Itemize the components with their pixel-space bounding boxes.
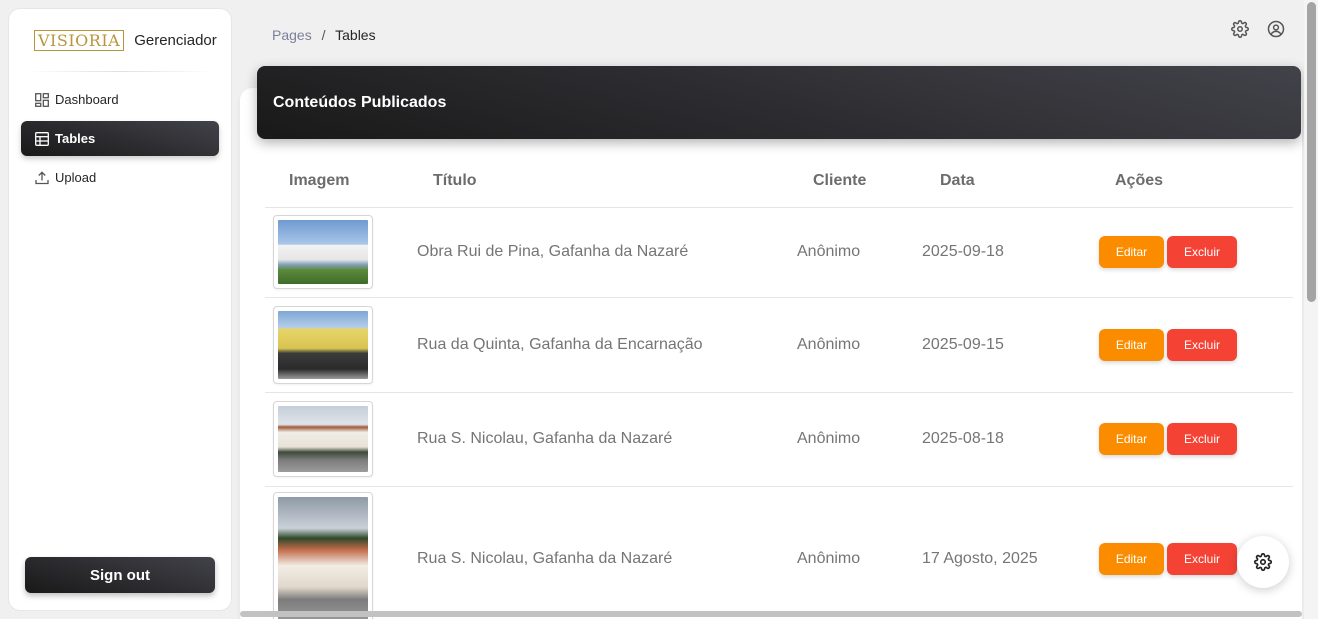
table-icon xyxy=(35,131,49,146)
table-row: Rua S. Nicolau, Gafanha da Nazaré Anônim… xyxy=(265,486,1293,619)
breadcrumb-root[interactable]: Pages xyxy=(272,27,312,43)
table-row: Rua da Quinta, Gafanha da Encarnação Anô… xyxy=(265,297,1293,393)
sidebar-item-upload[interactable]: Upload xyxy=(21,160,219,195)
house-photo xyxy=(278,496,368,619)
brand-logo: VISIORIA xyxy=(34,29,125,51)
actions-cell: Editar Excluir xyxy=(1097,207,1293,298)
column-header-client: Cliente xyxy=(795,155,922,208)
date-cell: 2025-09-18 xyxy=(922,207,1097,298)
breadcrumb-current: Tables xyxy=(335,27,376,43)
edit-button[interactable]: Editar xyxy=(1099,543,1164,575)
header-actions xyxy=(1231,20,1285,38)
image-cell xyxy=(265,486,405,619)
vertical-scrollbar[interactable] xyxy=(1304,0,1318,619)
client-cell: Anônimo xyxy=(795,297,922,393)
breadcrumb-separator: / xyxy=(321,27,326,43)
delete-button[interactable]: Excluir xyxy=(1167,423,1237,455)
breadcrumb: Pages / Tables xyxy=(272,27,376,43)
sidebar-item-label: Upload xyxy=(55,170,97,185)
house-photo xyxy=(278,406,368,472)
horizontal-scrollbar[interactable] xyxy=(240,611,1302,617)
sidebar: VISIORIA Gerenciador Dashboard Tables Up… xyxy=(8,8,232,611)
date-cell: 2025-08-18 xyxy=(922,392,1097,487)
card-title: Conteúdos Publicados xyxy=(273,93,447,111)
delete-button[interactable]: Excluir xyxy=(1167,328,1237,361)
date-cell: 17 Agosto, 2025 xyxy=(922,486,1097,619)
image-cell xyxy=(265,207,405,298)
house-photo xyxy=(278,220,368,284)
sidebar-item-label: Tables xyxy=(55,131,96,146)
table-row: Rua S. Nicolau, Gafanha da Nazaré Anônim… xyxy=(265,392,1293,487)
title-cell: Rua S. Nicolau, Gafanha da Nazaré xyxy=(405,486,795,619)
sidebar-item-tables[interactable]: Tables xyxy=(21,121,219,156)
delete-button[interactable]: Excluir xyxy=(1167,236,1237,268)
thumbnail[interactable] xyxy=(273,215,373,289)
thumbnail[interactable] xyxy=(273,491,373,619)
client-cell: Anônimo xyxy=(795,392,922,487)
image-cell xyxy=(265,297,405,393)
gear-icon[interactable] xyxy=(1231,20,1249,38)
title-cell: Obra Rui de Pina, Gafanha da Nazaré xyxy=(405,207,795,298)
actions-cell: Editar Excluir xyxy=(1097,297,1293,393)
sidebar-nav: Dashboard Tables Upload xyxy=(9,72,231,209)
client-cell: Anônimo xyxy=(795,486,922,619)
column-header-actions: Ações xyxy=(1097,155,1293,208)
sidebar-item-dashboard[interactable]: Dashboard xyxy=(21,82,219,117)
client-cell: Anônimo xyxy=(795,207,922,298)
scrollbar-thumb[interactable] xyxy=(1307,2,1316,302)
gear-icon xyxy=(1254,553,1272,571)
image-cell xyxy=(265,392,405,487)
content-table: Imagem Título Cliente Data Ações Obra Ru… xyxy=(265,155,1293,619)
sign-out-button[interactable]: Sign out xyxy=(25,557,215,593)
dashboard-icon xyxy=(35,92,49,107)
configurator-button[interactable] xyxy=(1237,536,1289,588)
column-header-image: Imagem xyxy=(265,155,405,208)
date-cell: 2025-09-15 xyxy=(922,297,1097,393)
upload-icon xyxy=(35,170,49,185)
table-header-row: Imagem Título Cliente Data Ações xyxy=(265,155,1293,208)
brand-name: Gerenciador xyxy=(134,31,217,49)
table-row: Obra Rui de Pina, Gafanha da Nazaré Anôn… xyxy=(265,207,1293,298)
account-icon[interactable] xyxy=(1267,20,1285,38)
edit-button[interactable]: Editar xyxy=(1099,236,1164,268)
thumbnail[interactable] xyxy=(273,401,373,477)
delete-button[interactable]: Excluir xyxy=(1167,543,1237,575)
thumbnail[interactable] xyxy=(273,305,373,384)
house-photo xyxy=(278,310,368,379)
sidebar-item-label: Dashboard xyxy=(55,92,119,107)
column-header-title: Título xyxy=(405,155,795,208)
edit-button[interactable]: Editar xyxy=(1099,423,1164,455)
column-header-date: Data xyxy=(922,155,1097,208)
edit-button[interactable]: Editar xyxy=(1099,328,1164,361)
card-header: Conteúdos Publicados xyxy=(257,66,1301,139)
title-cell: Rua da Quinta, Gafanha da Encarnação xyxy=(405,297,795,393)
brand[interactable]: VISIORIA Gerenciador xyxy=(9,9,231,71)
actions-cell: Editar Excluir xyxy=(1097,392,1293,487)
title-cell: Rua S. Nicolau, Gafanha da Nazaré xyxy=(405,392,795,487)
